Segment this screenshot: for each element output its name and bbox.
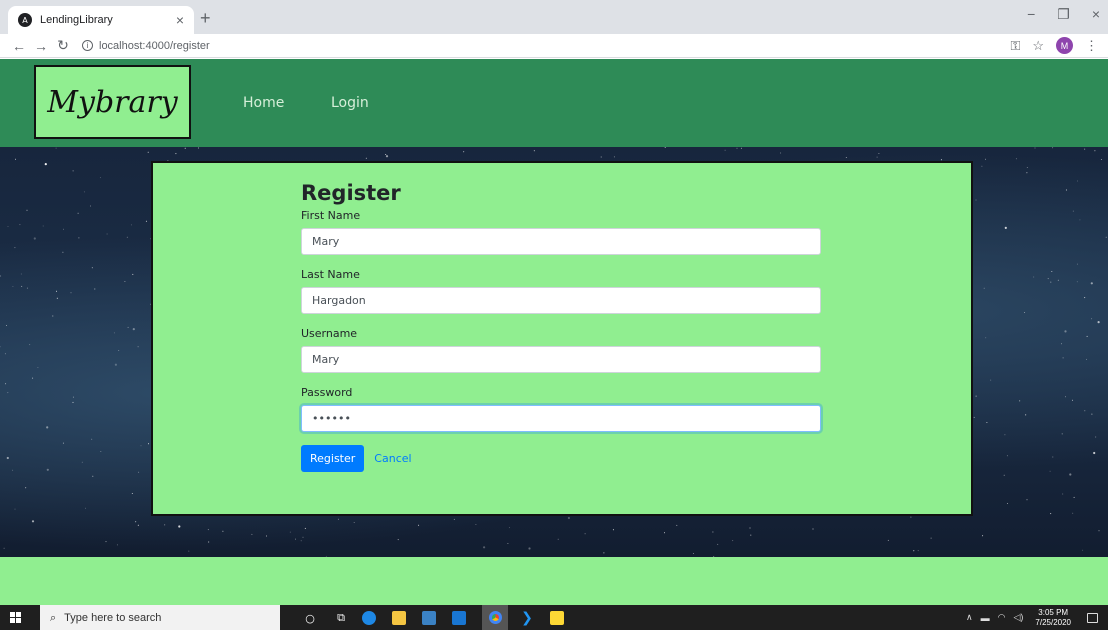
angular-icon: A	[18, 13, 32, 27]
first-name-input[interactable]	[301, 228, 821, 255]
menu-dots-icon[interactable]: ⋮	[1085, 38, 1098, 54]
app-navbar: Mybrary Home Login	[0, 59, 1108, 147]
taskbar-search[interactable]: ⌕ Type here to search	[40, 605, 280, 630]
first-name-label: First Name	[301, 209, 361, 222]
new-tab-button[interactable]: +	[200, 8, 211, 28]
chevron-up-icon[interactable]: ∧	[966, 612, 973, 623]
browser-tab[interactable]: A LendingLibrary ×	[8, 6, 194, 34]
profile-avatar[interactable]: M	[1056, 37, 1073, 54]
task-view-icon[interactable]: ⧉	[334, 611, 348, 625]
url-text: localhost:4000/register	[99, 39, 210, 52]
clock-date: 7/25/2020	[1035, 617, 1071, 627]
search-icon: ⌕	[50, 610, 57, 624]
restore-icon[interactable]: ❐	[1057, 6, 1070, 23]
address-bar[interactable]: i localhost:4000/register	[82, 40, 210, 52]
password-input[interactable]	[301, 405, 821, 432]
chrome-icon	[488, 611, 502, 624]
tab-title: LendingLibrary	[40, 14, 113, 26]
vscode-icon[interactable]: ❯	[520, 610, 534, 626]
clock-time: 3:05 PM	[1038, 607, 1069, 617]
username-input[interactable]	[301, 346, 821, 373]
store-icon[interactable]	[422, 611, 436, 625]
close-window-icon[interactable]: ×	[1092, 6, 1100, 23]
browser-toolbar: ← → ↻ i localhost:4000/register ⚿ ☆ M ⋮	[0, 34, 1108, 58]
volume-icon[interactable]: ◁)	[1013, 612, 1023, 623]
register-form: Register First Name Last Name Username P…	[301, 181, 823, 472]
window-controls: − ❐ ×	[1027, 6, 1100, 23]
nav-link-login[interactable]: Login	[331, 95, 369, 111]
back-icon[interactable]: ←	[8, 38, 30, 54]
last-name-label: Last Name	[301, 268, 360, 281]
clock[interactable]: 3:05 PM 7/25/2020	[1035, 608, 1071, 628]
chrome-icon-slot[interactable]	[482, 605, 508, 630]
page-footer	[0, 557, 1108, 605]
taskbar-search-placeholder: Type here to search	[64, 611, 162, 624]
file-explorer-icon[interactable]	[392, 611, 406, 625]
toolbar-actions: ⚿ ☆ M ⋮	[1010, 37, 1098, 54]
form-title: Register	[301, 181, 401, 205]
cancel-link[interactable]: Cancel	[374, 452, 411, 465]
windows-start-icon[interactable]	[10, 612, 21, 623]
wifi-icon[interactable]: ◠	[998, 612, 1006, 623]
register-card: Register First Name Last Name Username P…	[151, 161, 973, 516]
reload-icon[interactable]: ↻	[52, 37, 74, 54]
star-icon[interactable]: ☆	[1032, 38, 1044, 54]
last-name-input[interactable]	[301, 287, 821, 314]
edge-icon[interactable]	[362, 611, 376, 625]
password-label: Password	[301, 386, 353, 399]
sticky-notes-icon[interactable]	[550, 611, 564, 625]
close-tab-icon[interactable]: ×	[176, 12, 184, 28]
nav-link-home[interactable]: Home	[243, 95, 284, 111]
brand-logo[interactable]: Mybrary	[34, 65, 191, 139]
notification-icon[interactable]	[1087, 612, 1098, 623]
system-tray: ∧ ▬ ◠ ◁) 3:05 PM 7/25/2020	[966, 605, 1098, 630]
form-actions: Register Cancel	[301, 445, 823, 472]
browser-tabstrip: A LendingLibrary × + − ❐ ×	[0, 0, 1108, 34]
battery-icon[interactable]: ▬	[981, 613, 990, 623]
username-label: Username	[301, 327, 358, 340]
key-icon[interactable]: ⚿	[1010, 38, 1020, 54]
brand-text: Mybrary	[47, 84, 178, 120]
windows-taskbar: ⌕ Type here to search ○ ⧉ ❯ ∧ ▬ ◠ ◁) 3:0…	[0, 605, 1108, 630]
forward-icon[interactable]: →	[30, 38, 52, 54]
register-button[interactable]: Register	[301, 445, 365, 472]
minimize-icon[interactable]: −	[1027, 6, 1035, 23]
info-icon[interactable]: i	[82, 40, 93, 51]
mail-icon[interactable]	[452, 611, 466, 625]
cortana-icon[interactable]: ○	[303, 611, 317, 625]
